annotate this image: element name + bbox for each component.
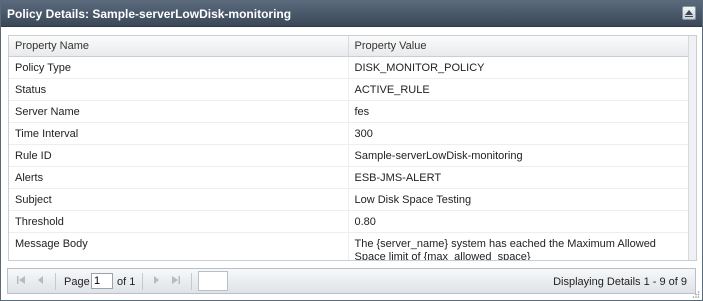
property-name-cell: Subject [9, 188, 349, 211]
toolbar-separator [142, 273, 143, 290]
property-name-cell: Rule ID [9, 144, 349, 167]
property-value-cell: The {server_name} system has eached the … [348, 232, 689, 260]
prev-page-icon [38, 276, 43, 284]
property-value-cell: ESB-JMS-ALERT [348, 166, 689, 189]
first-page-icon [17, 276, 25, 284]
header-row: Property Name Property Value [9, 36, 689, 57]
table-row[interactable]: Threshold 0.80 [9, 210, 689, 233]
property-value-cell: fes [348, 100, 689, 123]
last-page-icon [172, 276, 180, 284]
panel-titlebar: Policy Details: Sample-serverLowDisk-mon… [1, 1, 702, 27]
details-grid: Property Name Property Value Policy Type… [8, 35, 697, 261]
table-row[interactable]: Status ACTIVE_RULE [9, 78, 689, 101]
property-name-cell: Server Name [9, 100, 349, 123]
resize-grip-icon[interactable] [692, 290, 700, 298]
collapse-up-icon [685, 10, 693, 17]
display-info: Displaying Details 1 - 9 of 9 [553, 276, 687, 288]
toolbar-separator [191, 273, 192, 290]
property-value-cell: DISK_MONITOR_POLICY [348, 56, 689, 79]
panel-body: Property Name Property Value Policy Type… [1, 27, 702, 264]
property-value-cell: ACTIVE_RULE [348, 78, 689, 101]
page-count-label: of 1 [117, 276, 136, 288]
first-page-button[interactable] [16, 275, 26, 288]
property-name-cell: Alerts [9, 166, 349, 189]
collapse-button[interactable] [682, 6, 696, 20]
property-value-cell: Low Disk Space Testing [348, 188, 689, 211]
table-row[interactable]: Policy Type DISK_MONITOR_POLICY [9, 56, 689, 79]
table-row[interactable]: Server Name fes [9, 100, 689, 123]
policy-details-panel: Policy Details: Sample-serverLowDisk-mon… [0, 0, 703, 301]
page-label: Page [64, 276, 90, 288]
toolbar-separator [55, 273, 56, 290]
next-page-button[interactable] [151, 275, 161, 288]
paging-toolbar: Page of 1 Displaying Details 1 - 9 of 9 [7, 268, 696, 294]
table-row[interactable]: Subject Low Disk Space Testing [9, 188, 689, 211]
page-number-input[interactable] [91, 273, 113, 289]
details-table: Property Name Property Value Policy Type… [9, 36, 689, 260]
property-value-cell: Sample-serverLowDisk-monitoring [348, 144, 689, 167]
table-row[interactable]: Time Interval 300 [9, 122, 689, 145]
table-row[interactable]: Message Body The {server_name} system ha… [9, 232, 689, 260]
column-header-property-name[interactable]: Property Name [9, 36, 349, 57]
table-row[interactable]: Alerts ESB-JMS-ALERT [9, 166, 689, 189]
last-page-button[interactable] [171, 275, 181, 288]
vertical-scrollbar[interactable] [688, 36, 696, 260]
prev-page-button[interactable] [36, 275, 46, 288]
panel-title: Policy Details: Sample-serverLowDisk-mon… [7, 7, 292, 21]
column-header-property-value[interactable]: Property Value [348, 36, 689, 57]
property-value-cell: 0.80 [348, 210, 689, 233]
property-name-cell: Threshold [9, 210, 349, 233]
table-row[interactable]: Rule ID Sample-serverLowDisk-monitoring [9, 144, 689, 167]
property-name-cell: Status [9, 78, 349, 101]
refresh-button[interactable] [198, 271, 228, 291]
next-page-icon [154, 276, 159, 284]
property-name-cell: Message Body [9, 232, 349, 260]
property-name-cell: Time Interval [9, 122, 349, 145]
property-value-cell: 300 [348, 122, 689, 145]
property-name-cell: Policy Type [9, 56, 349, 79]
